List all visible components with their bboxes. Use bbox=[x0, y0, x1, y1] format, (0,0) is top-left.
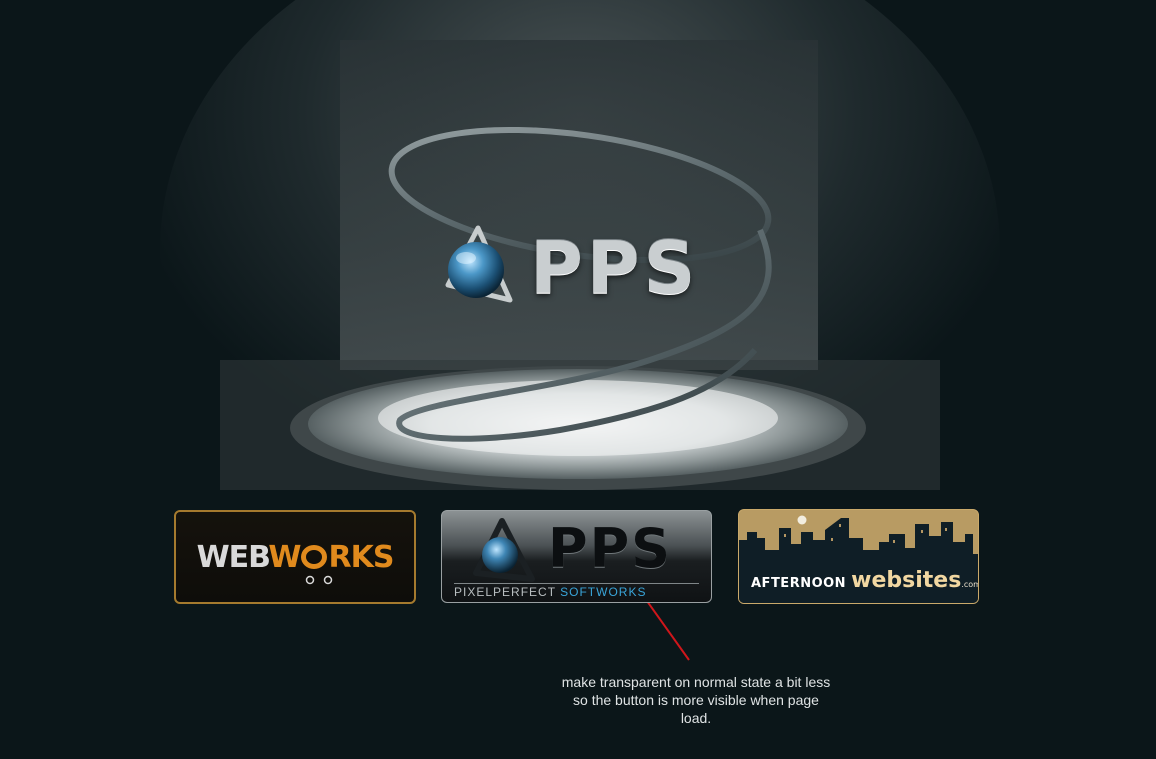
tld-text: .com bbox=[961, 580, 978, 589]
pps-button[interactable]: PPS PIXELPERFECT SOFTWORKS bbox=[441, 510, 712, 603]
pps-tagline-part1: PIXELPERFECT bbox=[454, 585, 561, 599]
afternoon-websites-button[interactable]: AFTERNOON websites.com bbox=[738, 509, 979, 604]
webworks-button[interactable]: WEBW RKS bbox=[174, 510, 416, 604]
pps-emblem-icon bbox=[473, 518, 535, 582]
afternoon-websites-logo: AFTERNOON websites.com bbox=[751, 568, 978, 593]
pps-logo-text: PPS bbox=[548, 517, 673, 580]
cart-wheels-icon bbox=[305, 575, 332, 584]
webworks-text-w: W bbox=[268, 539, 301, 575]
webworks-cart-o bbox=[301, 544, 328, 569]
webworks-text-rks: RKS bbox=[328, 539, 394, 575]
pps-tagline: PIXELPERFECT SOFTWORKS bbox=[454, 583, 699, 600]
websites-text: websites bbox=[851, 568, 962, 593]
hero-logo-text: PPS bbox=[530, 226, 700, 310]
stage-background bbox=[0, 0, 1156, 759]
annotation-note: make transparent on normal state a bit l… bbox=[561, 674, 831, 726]
webworks-text-web: WEB bbox=[196, 539, 270, 575]
pps-tagline-part2: SOFTWORKS bbox=[560, 585, 647, 599]
afternoon-text: AFTERNOON bbox=[751, 576, 847, 591]
webworks-logo: WEBW RKS bbox=[196, 539, 394, 584]
